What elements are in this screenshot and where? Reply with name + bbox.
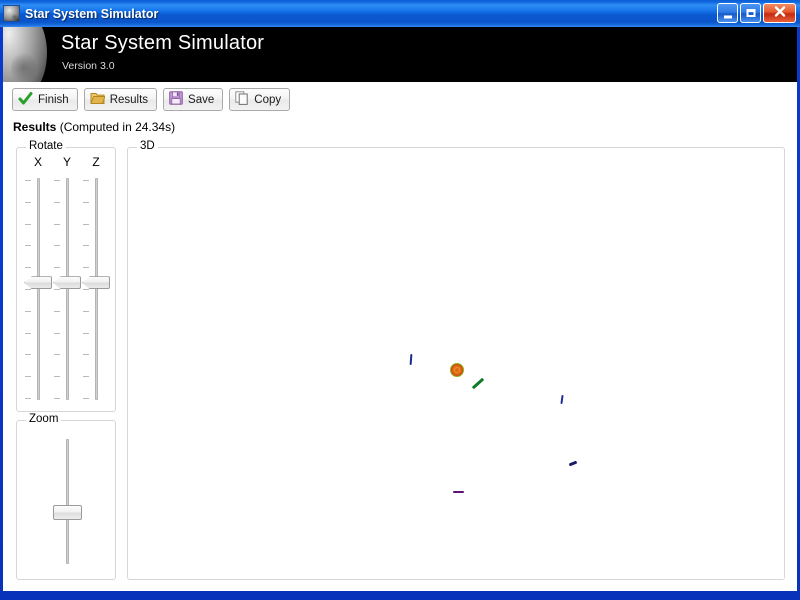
tick-mark <box>54 201 60 203</box>
orbit-arc-2 <box>471 377 485 390</box>
tick-mark <box>83 398 89 399</box>
tick-mark <box>25 223 31 225</box>
rotate-slider-z[interactable] <box>81 178 111 400</box>
zoom-panel: Zoom <box>16 413 116 580</box>
banner-title: Star System Simulator <box>61 32 265 54</box>
tick-mark <box>25 201 31 203</box>
tick-mark <box>25 376 31 378</box>
application-window: Star System Simulator Star System Simula… <box>0 0 800 600</box>
client-area: Finish Results Save Copy Results (Comput… <box>3 82 797 591</box>
tick-mark <box>54 310 60 312</box>
close-button[interactable] <box>763 3 796 23</box>
zoom-panel-label: Zoom <box>26 413 62 425</box>
rotate-axis-y-label: Y <box>62 155 71 169</box>
status-line: Results (Computed in 24.34s) <box>13 120 175 134</box>
tick-mark <box>25 398 31 399</box>
orbit-arc-3 <box>560 394 564 405</box>
tick-mark <box>54 180 60 181</box>
tick-mark <box>83 332 89 334</box>
window-title: Star System Simulator <box>25 6 159 21</box>
status-title: Results <box>13 120 57 134</box>
tick-mark <box>83 354 89 356</box>
tick-mark <box>54 245 60 247</box>
tick-mark <box>25 332 31 334</box>
tick-mark <box>25 289 31 290</box>
tick-mark <box>83 223 89 225</box>
tick-mark <box>83 310 89 312</box>
tick-mark <box>25 310 31 312</box>
banner-version: Version 3.0 <box>62 60 115 72</box>
copy-button[interactable]: Copy <box>229 88 291 111</box>
tick-mark <box>54 398 60 399</box>
copy-pages-icon <box>235 91 249 108</box>
minimize-icon <box>723 15 732 19</box>
tick-mark <box>83 180 89 181</box>
copy-button-label: Copy <box>254 93 282 106</box>
folder-icon <box>89 91 106 108</box>
results-button[interactable]: Results <box>83 88 158 111</box>
orbit-arc-5 <box>453 491 464 493</box>
tick-mark <box>83 267 89 269</box>
rotate-axis-z-label: Z <box>92 155 100 169</box>
finish-button[interactable]: Finish <box>12 88 78 111</box>
tick-mark <box>83 245 89 247</box>
tick-mark <box>54 376 60 378</box>
tick-mark <box>25 180 31 181</box>
green-check-icon <box>18 91 33 109</box>
viewport-panel-label: 3D <box>137 140 158 152</box>
rotate-slider-x[interactable] <box>23 178 53 400</box>
rotate-axis-x-label: X <box>33 155 42 169</box>
orbit-arc-4 <box>568 460 578 467</box>
tick-mark <box>54 354 60 356</box>
header-banner: Star System Simulator Version 3.0 <box>3 27 797 82</box>
viewport-panel: 3D <box>127 140 785 580</box>
tick-mark <box>54 267 60 269</box>
tick-mark <box>83 201 89 203</box>
close-icon <box>773 5 786 21</box>
rotate-slider-y[interactable] <box>52 178 82 400</box>
results-button-label: Results <box>109 93 149 106</box>
maximize-icon <box>746 9 755 17</box>
status-detail: (Computed in 24.34s) <box>59 120 176 134</box>
title-bar[interactable]: Star System Simulator <box>0 0 800 27</box>
tick-mark <box>83 289 89 290</box>
toolbar: Finish Results Save Copy <box>12 88 291 111</box>
zoom-slider-track[interactable] <box>66 439 69 564</box>
zoom-slider-thumb[interactable] <box>53 505 82 520</box>
maximize-button[interactable] <box>740 3 761 23</box>
rotate-panel: Rotate X Y Z <box>16 140 116 412</box>
minimize-button[interactable] <box>717 3 738 23</box>
planet-photo <box>3 27 47 82</box>
tick-mark <box>25 354 31 356</box>
save-button-label: Save <box>188 93 215 106</box>
floppy-disk-icon <box>169 91 183 108</box>
planet-icon <box>3 5 20 22</box>
star-core <box>455 368 459 372</box>
tick-mark <box>54 332 60 334</box>
tick-mark <box>25 267 31 269</box>
save-button[interactable]: Save <box>163 88 224 111</box>
tick-mark <box>54 289 60 290</box>
tick-mark <box>83 376 89 378</box>
orbit-arc-1 <box>409 353 413 366</box>
tick-mark <box>54 223 60 225</box>
finish-button-label: Finish <box>38 93 69 106</box>
tick-mark <box>25 245 31 247</box>
3d-viewport[interactable] <box>129 156 784 579</box>
window-controls <box>717 3 796 23</box>
rotate-panel-label: Rotate <box>26 140 66 152</box>
